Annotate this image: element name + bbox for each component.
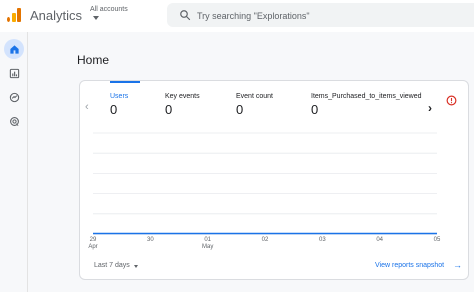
nav-reports-button[interactable]: [4, 63, 24, 83]
explore-icon: [9, 92, 19, 102]
top-bar: Analytics All accounts: [0, 0, 474, 32]
x-tick-day: 04: [376, 237, 383, 243]
metric-label: Users: [110, 93, 129, 100]
nav-explore-button[interactable]: [4, 87, 24, 107]
alert-icon[interactable]: [446, 95, 457, 106]
page-title: Home: [77, 53, 110, 67]
metric-tab-event-count[interactable]: Event count 0: [236, 81, 306, 123]
overview-card: ‹ Users 0 Key events 0 Event count 0 Ite…: [79, 80, 469, 280]
analytics-logo-icon[interactable]: [7, 8, 21, 22]
active-tab-indicator: [110, 81, 140, 83]
account-selector-label[interactable]: All accounts: [90, 6, 128, 13]
nav-rail: [0, 32, 28, 292]
x-tick-day: 01: [204, 237, 211, 243]
users-line-chart: 29 Apr 30 01 May 02 03 04 05: [80, 121, 470, 256]
metric-value: 0: [110, 102, 118, 117]
x-tick-label: 02: [257, 237, 273, 244]
nav-advertising-button[interactable]: [4, 111, 24, 131]
view-reports-snapshot-link[interactable]: View reports snapshot: [375, 262, 444, 269]
x-tick-day: 29: [89, 237, 97, 243]
metric-label: Event count: [236, 93, 273, 100]
search-input[interactable]: [197, 9, 457, 22]
metric-label: Items_Purchased_to_items_viewed: [311, 93, 422, 100]
home-icon: [9, 44, 19, 54]
metric-tab-key-events[interactable]: Key events 0: [165, 81, 230, 123]
metric-value: 0: [165, 102, 173, 117]
search-icon: [180, 10, 191, 21]
x-tick-month: Apr: [88, 244, 98, 250]
advertising-icon: [9, 116, 19, 126]
x-tick-label: 29 Apr: [85, 237, 101, 251]
previous-metrics-button[interactable]: ‹: [85, 101, 89, 113]
x-tick-label: 05: [429, 237, 445, 244]
x-tick-label: 30: [142, 237, 158, 244]
search-bar[interactable]: [167, 3, 474, 27]
date-range-dropdown-icon[interactable]: [134, 265, 138, 268]
metric-value: 0: [236, 102, 244, 117]
x-tick-label: 01 May: [200, 237, 216, 251]
next-metrics-button[interactable]: ›: [428, 101, 432, 115]
x-tick-month: May: [201, 244, 214, 250]
date-range-selector[interactable]: Last 7 days: [94, 262, 130, 269]
arrow-right-icon[interactable]: →: [453, 260, 462, 270]
x-tick-day: 02: [261, 237, 269, 243]
metric-tab-items-purchased-to-items-viewed[interactable]: Items_Purchased_to_items_viewed 0: [311, 81, 423, 123]
x-tick-label: 04: [372, 237, 388, 244]
x-tick-day: 30: [146, 237, 154, 243]
metric-value: 0: [311, 102, 319, 117]
metric-label: Key events: [165, 93, 200, 100]
account-dropdown-icon[interactable]: [93, 16, 99, 20]
nav-home-button[interactable]: [4, 39, 24, 59]
x-tick-day: 05: [433, 237, 441, 243]
app-title: Analytics: [30, 8, 83, 23]
chart-canvas: [92, 132, 438, 235]
x-tick-label: 03: [314, 237, 330, 244]
reports-icon: [9, 68, 19, 78]
metric-tab-users[interactable]: Users 0: [110, 81, 160, 123]
x-tick-day: 03: [318, 237, 326, 243]
